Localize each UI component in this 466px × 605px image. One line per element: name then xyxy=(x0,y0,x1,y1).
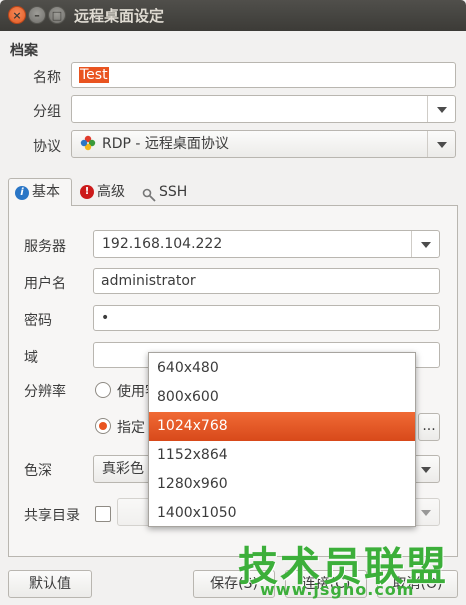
resolution-label: 分辨率 xyxy=(24,384,66,400)
resolution-custom-radio[interactable] xyxy=(95,418,111,434)
resolution-client-radio[interactable] xyxy=(95,382,111,398)
username-input[interactable]: administrator xyxy=(93,268,440,294)
protocol-combo[interactable]: RDP - 远程桌面协议 xyxy=(71,130,456,158)
profile-section-label: 档案 xyxy=(10,43,38,59)
password-label: 密码 xyxy=(24,313,52,329)
tab-basic-label: 基本 xyxy=(32,184,60,200)
resolution-option-highlighted[interactable]: 1024x768 xyxy=(149,412,415,441)
resolution-option[interactable]: 640x480 xyxy=(149,354,415,383)
chevron-down-icon[interactable] xyxy=(427,96,455,122)
protocol-label: 协议 xyxy=(33,139,61,155)
default-button[interactable]: 默认值 xyxy=(8,570,92,598)
share-folder-checkbox[interactable] xyxy=(95,506,111,522)
ssh-key-icon xyxy=(142,185,156,202)
color-depth-label: 色深 xyxy=(24,463,52,479)
rdp-plugin-icon xyxy=(80,134,96,151)
resolution-custom-label: 指定 xyxy=(117,420,145,436)
chevron-down-icon[interactable] xyxy=(427,131,455,157)
share-folder-label: 共享目录 xyxy=(24,508,80,524)
tab-advanced[interactable]: ! 高级 xyxy=(74,178,136,206)
chevron-down-icon[interactable] xyxy=(411,231,439,257)
maximize-icon[interactable]: □ xyxy=(48,6,66,24)
password-input[interactable]: • xyxy=(93,305,440,331)
password-value: • xyxy=(101,310,110,326)
color-depth-value: 真彩色 xyxy=(102,461,144,477)
window-title: 远程桌面设定 xyxy=(74,7,165,25)
tab-basic[interactable]: i 基本 xyxy=(8,178,72,206)
warning-icon: ! xyxy=(80,185,94,199)
protocol-value: RDP - 远程桌面协议 xyxy=(102,136,229,152)
resolution-option[interactable]: 800x600 xyxy=(149,383,415,412)
resolution-option[interactable]: 1152x864 xyxy=(149,441,415,470)
name-label: 名称 xyxy=(33,70,61,86)
server-combo[interactable]: 192.168.104.222 xyxy=(93,230,440,258)
name-input[interactable]: Test xyxy=(71,62,456,88)
minimize-icon[interactable]: – xyxy=(28,6,46,24)
watermark-url: www.jsgho.com xyxy=(260,580,415,599)
domain-label: 域 xyxy=(24,350,38,366)
close-icon[interactable]: × xyxy=(8,6,26,24)
resolution-menu: 640x480 800x600 1024x768 1152x864 1280x9… xyxy=(148,352,416,527)
tab-ssh-label: SSH xyxy=(159,183,188,200)
resolution-option[interactable]: 1280x960 xyxy=(149,470,415,499)
info-icon: i xyxy=(15,185,29,200)
group-combo[interactable] xyxy=(71,95,456,123)
username-label: 用户名 xyxy=(24,276,66,292)
server-value: 192.168.104.222 xyxy=(102,236,223,252)
watermark: 技术员联盟 www.jsgho.com xyxy=(232,534,462,604)
title-bar: × – □ 远程桌面设定 xyxy=(0,0,466,31)
tab-ssh[interactable]: SSH xyxy=(136,178,196,206)
tab-advanced-label: 高级 xyxy=(97,183,125,200)
server-label: 服务器 xyxy=(24,239,66,255)
name-value: Test xyxy=(79,67,109,83)
group-label: 分组 xyxy=(33,104,61,120)
username-value: administrator xyxy=(101,273,196,289)
resolution-option[interactable]: 1400x1050 xyxy=(149,499,415,528)
resolution-browse-button[interactable]: ... xyxy=(418,413,440,441)
